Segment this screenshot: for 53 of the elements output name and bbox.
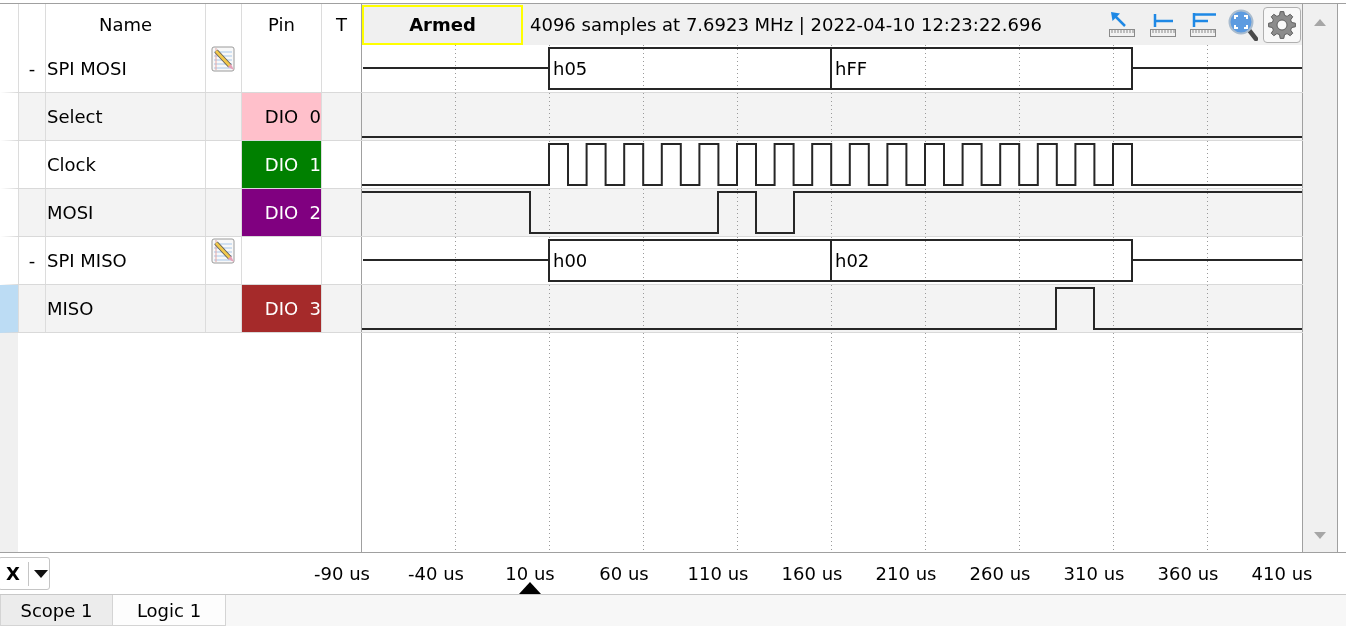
bus-segment: h05 — [548, 47, 832, 90]
collapse-toggle[interactable]: - — [28, 58, 36, 79]
caret-icon — [34, 569, 48, 578]
time-axis-label: 110 us — [687, 565, 749, 582]
table-row[interactable]: MISO DIO 3 — [0, 285, 1303, 333]
notepad-icon[interactable] — [211, 46, 235, 72]
pin-cell: DIO 3 — [242, 285, 321, 332]
status-indicator: Armed — [362, 4, 523, 45]
ruler-marker-icon[interactable] — [1149, 11, 1177, 38]
time-axis-label: 410 us — [1251, 565, 1313, 582]
arrow-ruler-icon[interactable] — [1108, 11, 1136, 38]
time-axis-label: 210 us — [875, 565, 937, 582]
pin-cell: DIO 1 — [242, 141, 321, 188]
column-header: Name — [98, 14, 153, 35]
bus-segment: h00 — [548, 239, 832, 282]
time-axis-label: 310 us — [1063, 565, 1125, 582]
axis-dropdown[interactable]: X — [0, 557, 50, 590]
capture-info: 4096 samples at 7.6923 MHz | 2022-04-10 12:23:22.696 — [530, 14, 1042, 35]
table-row[interactable]: - SPI MOSI h05 hFF — [0, 45, 1303, 93]
scrollbar[interactable] — [1303, 4, 1338, 552]
settings-button[interactable] — [1263, 6, 1301, 43]
tab[interactable]: Scope 1 — [0, 595, 113, 626]
signal-name: MOSI — [47, 202, 94, 223]
table-row[interactable]: Clock DIO 1 — [0, 141, 1303, 189]
zoom-fit-icon[interactable] — [1228, 8, 1258, 41]
column-header: Pin — [268, 14, 295, 35]
gear-icon — [1268, 10, 1296, 39]
signal-name: Clock — [47, 154, 96, 175]
bus-segment: hFF — [830, 47, 1133, 90]
down-arrow-icon[interactable] — [1314, 532, 1326, 539]
table-row[interactable]: MOSI DIO 2 — [0, 189, 1303, 237]
time-axis-label: 260 us — [969, 565, 1031, 582]
signal-name: SPI MOSI — [47, 58, 127, 79]
collapse-toggle[interactable]: - — [28, 250, 36, 271]
signal-name: MISO — [47, 298, 94, 319]
time-axis-label: 60 us — [599, 565, 649, 582]
pin-cell: DIO 2 — [242, 189, 321, 236]
time-axis-label: 360 us — [1157, 565, 1219, 582]
time-axis-label: 10 us — [505, 565, 555, 582]
time-axis-label: -90 us — [314, 565, 370, 582]
tab[interactable]: Logic 1 — [113, 595, 226, 626]
time-axis-label: 160 us — [781, 565, 843, 582]
notepad-icon[interactable] — [211, 238, 235, 264]
signal-name: SPI MISO — [47, 250, 127, 271]
ruler-markers-icon[interactable] — [1189, 11, 1217, 38]
pin-cell: DIO 0 — [242, 93, 321, 140]
table-row[interactable]: Select DIO 0 — [0, 93, 1303, 141]
table-row[interactable]: - SPI MISO h00 h02 — [0, 237, 1303, 285]
signal-name: Select — [47, 106, 103, 127]
column-header: T — [336, 14, 347, 35]
up-arrow-icon[interactable] — [1314, 19, 1326, 26]
time-axis-label: -40 us — [408, 565, 464, 582]
bus-segment: h02 — [830, 239, 1133, 282]
